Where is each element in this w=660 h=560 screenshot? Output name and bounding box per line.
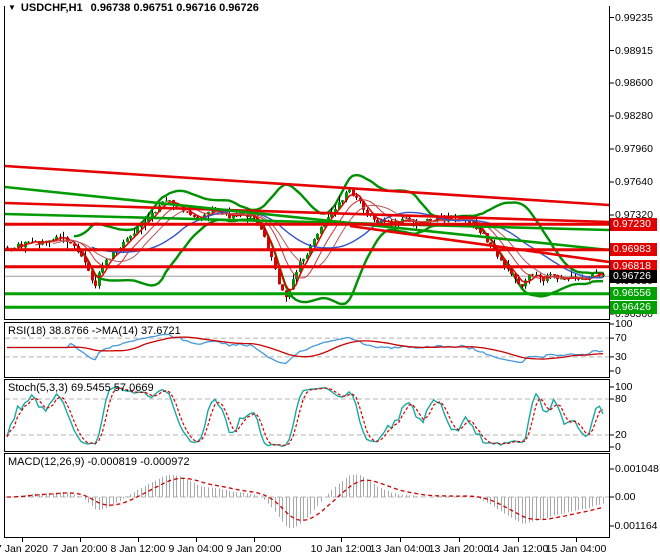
price-tag-support: 0.96556 <box>610 287 657 300</box>
price-tag-support: 0.96426 <box>610 301 657 314</box>
rsi-plot[interactable] <box>5 334 609 363</box>
time-tick-label: 15 Jan 04:00 <box>531 543 621 555</box>
ohlc-quote: 0.96738 0.96751 0.96716 0.96726 <box>91 2 259 14</box>
stoch-tick-label: 20 <box>615 429 627 441</box>
chart-title: ▼ USDCHF,H1 0.96738 0.96751 0.96716 0.9672… <box>8 2 259 14</box>
rsi-line <box>7 334 603 363</box>
rsi-label: RSI(18) 38.8766 ->MA(14) 37.6721 <box>8 325 181 337</box>
macd-tick-label: 0.001048 <box>615 463 659 475</box>
rsi-ma-line <box>7 337 603 359</box>
rsi-tick-label: 0 <box>615 365 621 377</box>
macd-label: MACD(12,26,9) -0.000819 -0.000972 <box>8 456 190 468</box>
price-tick-label: 0.98600 <box>615 77 653 89</box>
price-tick-label: 0.97640 <box>615 176 653 188</box>
price-tick-label: 0.98280 <box>615 110 653 122</box>
stoch-label: Stoch(5,3,3) 69.5455 57.0669 <box>8 382 154 394</box>
price-tag-resistance: 0.97230 <box>610 218 657 231</box>
rsi-tick-label: 70 <box>615 332 627 344</box>
price-tick-label: 0.99235 <box>615 12 653 24</box>
symbol-dropdown-icon[interactable]: ▼ <box>8 3 16 12</box>
chart-window: 0.99235 0.98915 0.98600 0.98280 0.97960 0.976… <box>0 0 660 560</box>
stoch-tick-label: 0 <box>615 441 621 453</box>
rsi-tick-label: 100 <box>615 318 633 330</box>
main-plot[interactable] <box>5 166 609 307</box>
price-tick-label: 0.97960 <box>615 143 653 155</box>
macd-tick-label: -0.001164 <box>611 520 658 532</box>
chart-canvas[interactable] <box>0 0 660 560</box>
stoch-tick-label: 80 <box>615 393 627 405</box>
stoch-tick-label: 100 <box>615 381 633 393</box>
macd-tick-label: 0.00 <box>615 491 635 503</box>
trendline-upper-red-channel[interactable] <box>5 166 609 205</box>
trendline-green-mid[interactable] <box>5 214 609 230</box>
macd-plot[interactable] <box>5 475 609 528</box>
price-tag-current-bid: 0.96726 <box>610 270 657 283</box>
bollinger-lower-line <box>74 219 603 304</box>
stoch-d-line <box>7 388 603 446</box>
symbol-label: USDCHF,H1 <box>21 2 83 14</box>
price-tick-label: 0.98915 <box>615 45 653 57</box>
macd-signal-line <box>7 478 603 520</box>
rsi-tick-label: 30 <box>615 351 627 363</box>
price-tag-resistance: 0.96983 <box>610 243 657 256</box>
stoch-plot[interactable] <box>5 388 609 447</box>
time-tick-label: 9 Jan 20:00 <box>209 543 299 555</box>
